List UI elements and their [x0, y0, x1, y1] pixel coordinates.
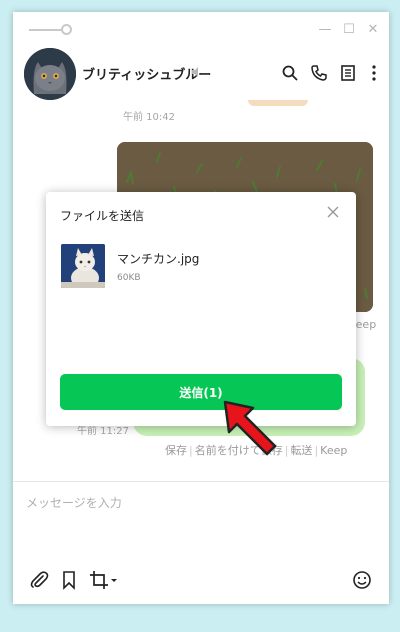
- file-thumbnail: [61, 244, 105, 288]
- kitten-image: [61, 244, 105, 288]
- notes-icon[interactable]: [339, 64, 357, 82]
- forward-link[interactable]: 転送: [288, 444, 314, 457]
- opacity-slider-track[interactable]: [29, 29, 63, 31]
- red-arrow-pointer: [223, 400, 277, 456]
- keep-link[interactable]: Keep: [318, 444, 349, 457]
- previous-message-edge: [248, 100, 308, 106]
- more-icon[interactable]: [365, 64, 383, 82]
- cat-avatar-image: [24, 48, 76, 100]
- chat-window: — ☐ ✕ ブリティッシュブルー 午前 10:42 Keep 午前 11:27 …: [13, 12, 389, 604]
- close-button[interactable]: ✕: [364, 21, 382, 39]
- file-size: 60KB: [117, 273, 141, 283]
- emoji-icon[interactable]: [352, 570, 372, 590]
- bookmark-icon[interactable]: [59, 570, 79, 590]
- phone-icon[interactable]: [310, 64, 328, 82]
- close-icon[interactable]: [324, 203, 342, 221]
- crop-icon[interactable]: [89, 570, 109, 590]
- minimize-button[interactable]: —: [316, 21, 334, 39]
- save-link[interactable]: 保存: [163, 444, 189, 457]
- speaker-icon: [192, 67, 198, 77]
- avatar[interactable]: [24, 48, 76, 100]
- file-name: マンチカン.jpg: [117, 252, 200, 266]
- message-input[interactable]: メッセージを入力: [26, 494, 122, 511]
- search-icon[interactable]: [281, 64, 299, 82]
- title-bar: — ☐ ✕: [13, 12, 389, 46]
- attach-icon[interactable]: [29, 570, 49, 590]
- message-timestamp: 午前 10:42: [123, 112, 175, 123]
- maximize-button[interactable]: ☐: [340, 21, 358, 39]
- opacity-slider-knob[interactable]: [61, 24, 72, 35]
- chat-header: ブリティッシュブルー: [13, 46, 389, 104]
- send-button[interactable]: 送信(1): [60, 374, 342, 410]
- dialog-title: ファイルを送信: [60, 209, 145, 223]
- composer-divider: [13, 481, 389, 482]
- chevron-down-icon[interactable]: [109, 570, 119, 590]
- send-file-dialog: ファイルを送信 マンチカン.jpg 60KB 送信(1): [46, 192, 356, 426]
